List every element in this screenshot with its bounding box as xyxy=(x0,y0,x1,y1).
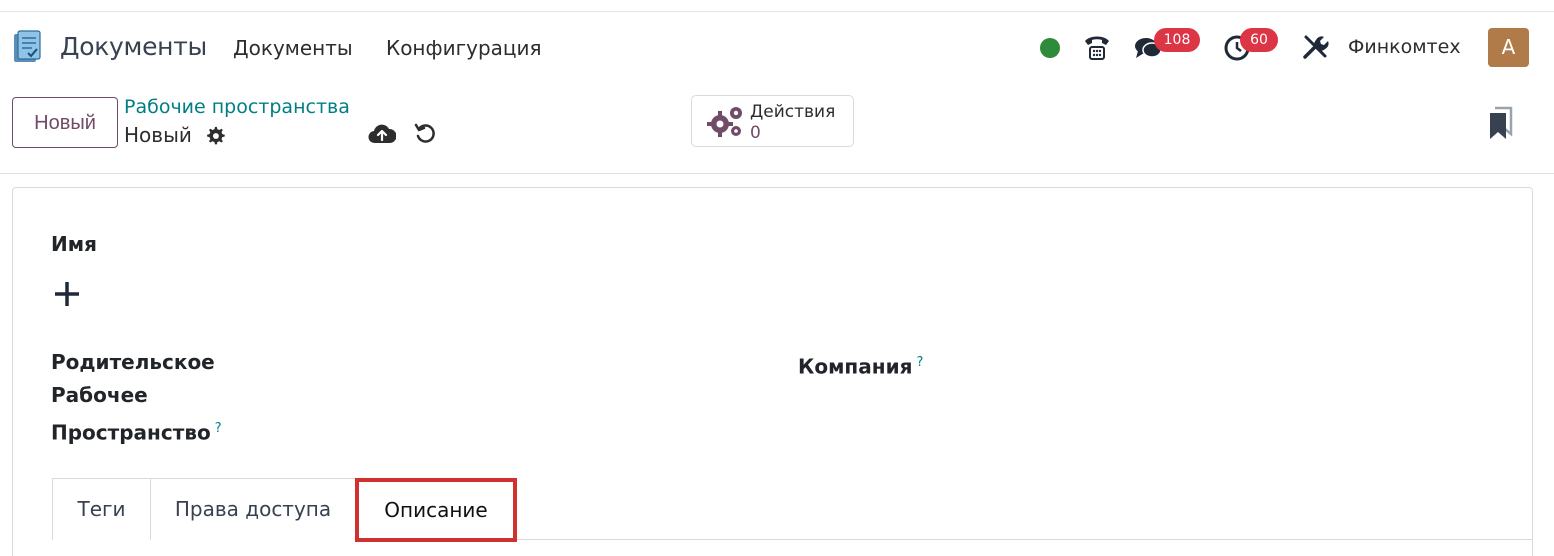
actions-button[interactable]: Действия 0 xyxy=(691,95,854,147)
company-field-label: Компания? xyxy=(798,346,923,384)
breadcrumb-workspaces[interactable]: Рабочие пространства xyxy=(124,96,350,118)
tools-icon[interactable] xyxy=(1300,32,1330,62)
presence-status-dot[interactable] xyxy=(1040,38,1060,58)
tab-description[interactable]: Описание xyxy=(355,478,517,542)
activity-counter-badge: 60 xyxy=(1240,28,1278,52)
name-label: Имя xyxy=(51,232,97,256)
help-icon[interactable]: ? xyxy=(215,421,222,436)
parent-label-line-3: Пространство xyxy=(51,420,211,445)
company-help-icon[interactable]: ? xyxy=(916,355,923,370)
gears-icon xyxy=(707,107,742,137)
chat-counter-badge: 108 xyxy=(1154,28,1200,52)
tab-access-rights[interactable]: Права доступа xyxy=(150,478,356,540)
phone-icon[interactable] xyxy=(1082,32,1112,62)
company-switcher[interactable]: Финкомтех xyxy=(1348,36,1461,58)
parent-workspace-label: Родительское Рабочее Пространство? xyxy=(51,346,222,450)
plus-icon[interactable] xyxy=(53,280,81,308)
bookmarks-icon[interactable] xyxy=(1487,106,1513,140)
parent-label-line-2: Рабочее xyxy=(51,383,148,407)
menu-configuration[interactable]: Конфигурация xyxy=(386,36,542,60)
actions-label: Действия xyxy=(750,102,836,122)
actions-count: 0 xyxy=(750,123,761,143)
app-title[interactable]: Документы xyxy=(60,32,207,61)
notebook-tabs: Теги Права доступа Описание xyxy=(52,478,1533,542)
discard-changes-icon[interactable] xyxy=(413,121,437,145)
company-label-text: Компания xyxy=(798,354,913,379)
main-navbar: Документы Документы Конфигурация 108 60 … xyxy=(0,12,1554,84)
user-avatar[interactable]: A xyxy=(1488,28,1529,67)
tab-tags[interactable]: Теги xyxy=(52,478,151,540)
documents-app-icon[interactable] xyxy=(12,30,44,64)
new-button[interactable]: Новый xyxy=(12,97,118,148)
parent-label-line-1: Родительское xyxy=(51,350,215,374)
cloud-upload-icon[interactable] xyxy=(368,122,396,146)
gear-icon[interactable] xyxy=(204,125,226,147)
form-sheet: Имя Родительское Рабочее Пространство? К… xyxy=(12,187,1533,556)
browser-top-edge xyxy=(0,0,1554,12)
record-name: Новый xyxy=(124,123,192,147)
control-panel-divider xyxy=(0,173,1554,174)
menu-documents[interactable]: Документы xyxy=(233,36,353,60)
